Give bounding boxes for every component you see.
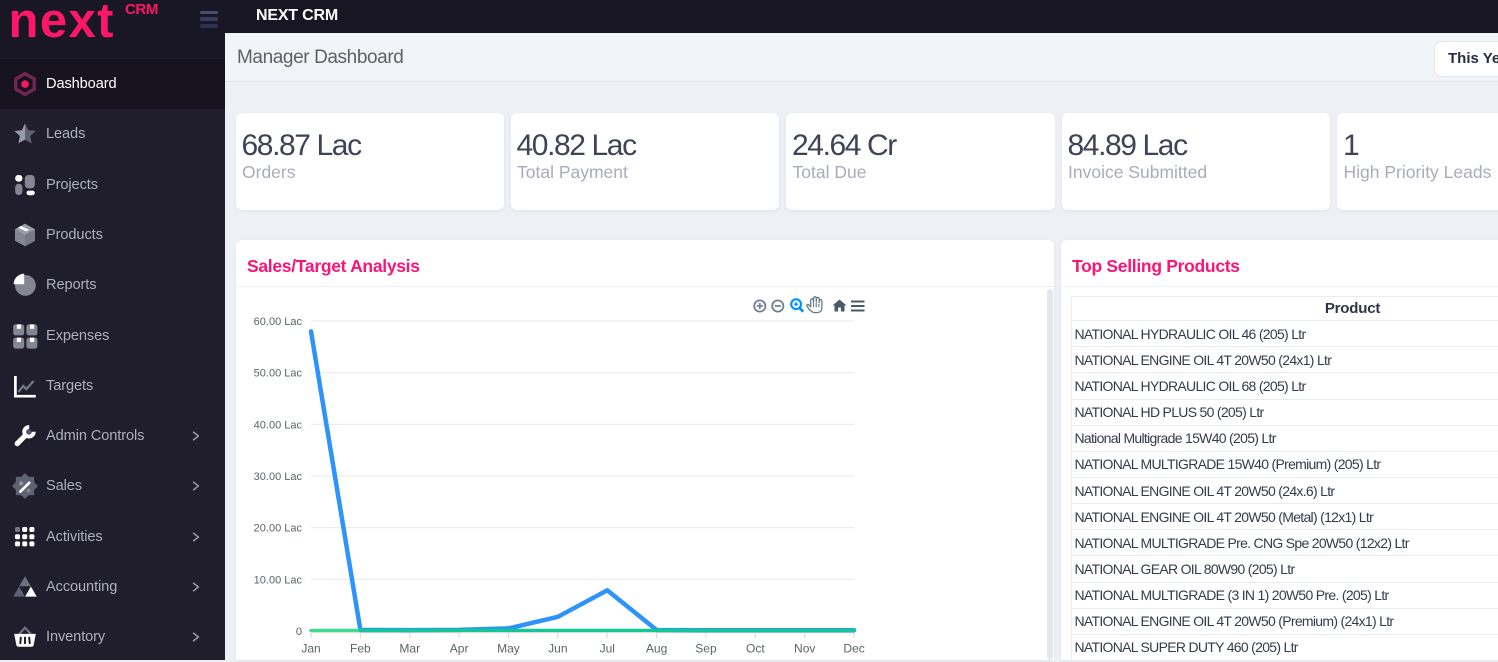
svg-text:Dec: Dec xyxy=(843,642,864,656)
svg-text:0: 0 xyxy=(295,626,301,638)
svg-text:30.00 Lac: 30.00 Lac xyxy=(253,471,302,483)
svg-text:Sep: Sep xyxy=(695,642,717,656)
svg-text:Jul: Jul xyxy=(599,642,614,656)
svg-text:40.00 Lac: 40.00 Lac xyxy=(253,419,302,431)
svg-text:Apr: Apr xyxy=(449,642,468,656)
svg-text:Jan: Jan xyxy=(301,642,320,656)
svg-text:Mar: Mar xyxy=(399,642,420,656)
svg-text:May: May xyxy=(497,642,520,656)
svg-text:Oct: Oct xyxy=(746,642,765,656)
svg-text:Feb: Feb xyxy=(350,642,371,656)
svg-text:Nov: Nov xyxy=(794,642,815,656)
svg-text:20.00 Lac: 20.00 Lac xyxy=(253,523,302,535)
svg-text:50.00 Lac: 50.00 Lac xyxy=(253,368,302,380)
svg-text:10.00 Lac: 10.00 Lac xyxy=(253,574,302,586)
svg-text:Jun: Jun xyxy=(548,642,567,656)
svg-text:60.00 Lac: 60.00 Lac xyxy=(253,316,302,328)
svg-text:Aug: Aug xyxy=(645,642,666,656)
